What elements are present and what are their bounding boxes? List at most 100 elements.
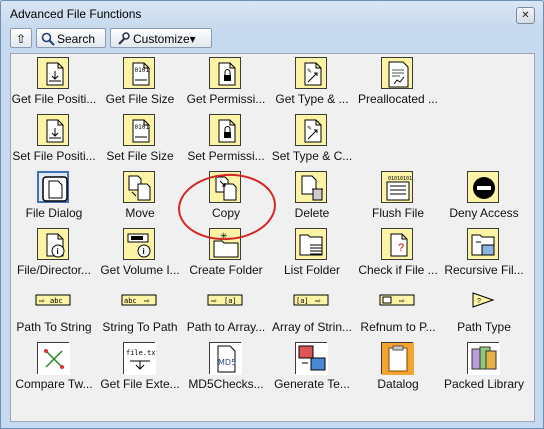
svg-text:⇨: ⇨ bbox=[315, 298, 321, 305]
packed-library-icon bbox=[467, 342, 500, 375]
svg-text:[a]: [a] bbox=[224, 297, 237, 305]
palette-item-label: Refnum to P... bbox=[360, 320, 436, 334]
palette-item-label: Flush File bbox=[371, 206, 424, 220]
palette-item-label: MD5Checks... bbox=[188, 377, 264, 391]
file-info-icon: i bbox=[37, 228, 69, 260]
palette-item-path-to-array[interactable]: ⇨ [a] Path to Array... bbox=[183, 285, 269, 339]
svg-text:⇨: ⇨ bbox=[399, 298, 405, 305]
palette-item-label: Path to Array... bbox=[186, 320, 266, 334]
palette-item-label: Datalog bbox=[377, 377, 419, 391]
palette-item-string-to-path[interactable]: abc ⇨ String To Path bbox=[97, 285, 183, 339]
file-position-icon bbox=[37, 57, 69, 89]
palette-item-label: Move bbox=[125, 206, 155, 220]
deny-access-icon bbox=[467, 171, 499, 203]
svg-text:i: i bbox=[143, 247, 145, 256]
svg-text:file.txt: file.txt bbox=[126, 349, 156, 357]
palette-item-label: Set File Size bbox=[106, 149, 174, 163]
palette-item-label: Get File Size bbox=[105, 92, 175, 106]
customize-button[interactable]: Customize▾ bbox=[110, 28, 212, 48]
up-button[interactable]: ⇧ bbox=[10, 28, 32, 48]
palette-item-md5[interactable]: MD5 MD5Checks... bbox=[183, 342, 269, 396]
type-creator-icon: ✎ bbox=[295, 114, 327, 146]
palette-item-refnum-to-path[interactable]: ⇨ Refnum to P... bbox=[355, 285, 441, 339]
svg-text:01010101: 01010101 bbox=[388, 176, 412, 182]
palette-item-compare[interactable]: Compare Tw... bbox=[11, 342, 97, 396]
permissions-icon bbox=[209, 57, 241, 89]
array-to-path-icon: [a] ⇨ bbox=[293, 291, 329, 309]
palette-item-type-creator[interactable]: ✎ Set Type & C... bbox=[269, 114, 355, 168]
palette-item-list-folder[interactable]: List Folder bbox=[269, 228, 355, 282]
palette-item-label: Compare Tw... bbox=[15, 377, 93, 391]
file-size-icon: 0101 bbox=[123, 57, 155, 89]
file-extension-icon: file.txt bbox=[123, 342, 156, 375]
palette-item-recursive-file[interactable]: Recursive Fil... bbox=[441, 228, 527, 282]
palette-toolbar: ⇧ Search Customize▾ bbox=[10, 28, 536, 50]
close-button[interactable]: ✕ bbox=[516, 7, 535, 24]
palette-item-label: Get File Exte... bbox=[100, 377, 180, 391]
palette-item-file-info[interactable]: i File/Director... bbox=[11, 228, 97, 282]
palette-item-label: String To Path bbox=[102, 320, 178, 334]
palette-item-label: Array of Strin... bbox=[271, 320, 353, 334]
palette-item-file-position[interactable]: Get File Positi... bbox=[11, 57, 97, 111]
palette-item-label: List Folder bbox=[283, 263, 341, 277]
palette-item-deny-access[interactable]: Deny Access bbox=[441, 171, 527, 225]
svg-text:i: i bbox=[57, 247, 59, 256]
palette-item-delete[interactable]: Delete bbox=[269, 171, 355, 225]
palette-item-check-file[interactable]: ? Check if File ... bbox=[355, 228, 441, 282]
palette-item-type-creator[interactable]: ✎ Get Type & ... bbox=[269, 57, 355, 111]
function-palette: Get File Positi... 0101 Get File Size Get P… bbox=[10, 53, 535, 422]
palette-item-label: Get Permissi... bbox=[186, 92, 266, 106]
palette-item-label: Deny Access bbox=[449, 206, 519, 220]
svg-text:⇨: ⇨ bbox=[144, 298, 150, 305]
wrench-icon bbox=[116, 32, 130, 52]
palette-item-path-type[interactable]: ? Path Type bbox=[441, 285, 527, 339]
path-to-string-icon: ⇨ abc bbox=[35, 291, 71, 309]
volume-info-icon: i bbox=[123, 228, 155, 260]
palette-item-datalog[interactable]: Datalog bbox=[355, 342, 441, 396]
palette-item-label: Set File Positi... bbox=[12, 149, 96, 163]
palette-item-label: Delete bbox=[294, 206, 330, 220]
title-bar[interactable]: Advanced File Functions ✕ bbox=[1, 1, 543, 29]
palette-item-file-position[interactable]: Set File Positi... bbox=[11, 114, 97, 168]
palette-item-move[interactable]: Move bbox=[97, 171, 183, 225]
palette-item-array-to-path[interactable]: [a] ⇨ Array of Strin... bbox=[269, 285, 355, 339]
palette-item-label: Check if File ... bbox=[358, 263, 438, 277]
palette-item-label: Recursive Fil... bbox=[444, 263, 524, 277]
palette-item-preallocated[interactable]: Preallocated ... bbox=[355, 57, 441, 111]
search-button[interactable]: Search bbox=[36, 28, 106, 48]
palette-item-file-size[interactable]: 0101 Get File Size bbox=[97, 57, 183, 111]
svg-text:abc: abc bbox=[124, 297, 137, 305]
svg-text:abc: abc bbox=[50, 297, 63, 305]
palette-item-permissions[interactable]: Set Permissi... bbox=[183, 114, 269, 168]
palette-item-permissions[interactable]: Get Permissi... bbox=[183, 57, 269, 111]
svg-text:✎: ✎ bbox=[307, 125, 312, 132]
palette-item-file-dialog[interactable]: File Dialog bbox=[11, 171, 97, 225]
palette-item-label: Generate Te... bbox=[274, 377, 350, 391]
palette-item-file-size[interactable]: 0101 Set File Size bbox=[97, 114, 183, 168]
palette-item-generate-temp[interactable]: Generate Te... bbox=[269, 342, 355, 396]
palette-item-label: Path Type bbox=[457, 320, 511, 334]
palette-item-label: Set Permissi... bbox=[187, 149, 265, 163]
svg-text:✎: ✎ bbox=[307, 68, 312, 75]
palette-item-packed-library[interactable]: Packed Library bbox=[441, 342, 527, 396]
palette-item-label: Set Type & C... bbox=[271, 149, 353, 163]
palette-item-label: File/Director... bbox=[16, 263, 91, 277]
palette-item-label: Get Volume I... bbox=[100, 263, 180, 277]
recursive-file-icon bbox=[467, 228, 499, 260]
type-creator-icon: ✎ bbox=[295, 57, 327, 89]
palette-item-volume-info[interactable]: i Get Volume I... bbox=[97, 228, 183, 282]
path-type-icon: ? bbox=[465, 291, 501, 309]
svg-text:MD5: MD5 bbox=[218, 358, 236, 367]
preallocated-icon bbox=[381, 57, 413, 89]
file-size-icon: 0101 bbox=[123, 114, 155, 146]
list-folder-icon bbox=[295, 228, 327, 260]
svg-text:[a]: [a] bbox=[296, 297, 309, 305]
svg-text:?: ? bbox=[477, 298, 481, 305]
path-to-array-icon: ⇨ [a] bbox=[207, 291, 243, 309]
palette-item-label: Path To String bbox=[16, 320, 92, 334]
palette-item-path-to-string[interactable]: ⇨ abc Path To String bbox=[11, 285, 97, 339]
palette-item-file-extension[interactable]: file.txt Get File Exte... bbox=[97, 342, 183, 396]
palette-item-flush-file[interactable]: 01010101 Flush File bbox=[355, 171, 441, 225]
customize-label: Customize▾ bbox=[133, 32, 196, 46]
check-file-icon: ? bbox=[381, 228, 413, 260]
